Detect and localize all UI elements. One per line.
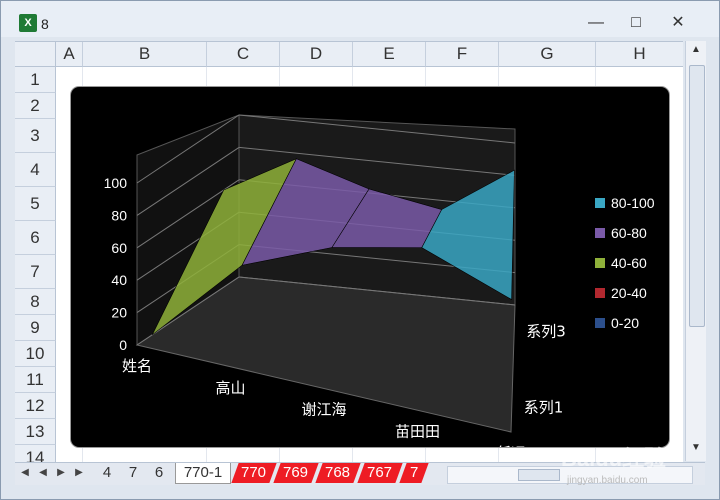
row-header-6[interactable]: 6 — [15, 221, 56, 255]
column-header-a[interactable]: A — [56, 42, 83, 67]
legend-swatch — [595, 258, 605, 268]
y-tick-label: 40 — [111, 272, 127, 288]
legend-swatch — [595, 318, 605, 328]
legend-label: 0-20 — [611, 315, 639, 331]
column-header-e[interactable]: E — [353, 42, 426, 67]
sheet-tab-label: 7 — [409, 464, 419, 481]
legend-label: 80-100 — [611, 195, 655, 211]
row-header-14[interactable]: 14 — [15, 445, 56, 462]
y-tick-label: 20 — [111, 305, 127, 321]
sheet-tab[interactable]: 7 — [123, 463, 143, 483]
sheet-tab[interactable]: 769 — [273, 463, 319, 483]
column-header-b[interactable]: B — [83, 42, 207, 67]
watermark-logo: Baidu经验 — [561, 446, 667, 471]
chart-canvas: 0 20 40 60 80 100 姓名高山谢江海苗田田任远 系列1 系列3 80-100 60-8… — [104, 114, 655, 462]
scroll-down-icon[interactable]: ▼ — [689, 441, 703, 455]
column-header-h[interactable]: H — [596, 42, 683, 67]
column-header-c[interactable]: C — [207, 42, 280, 67]
sheet-tab-label: 770 — [241, 464, 267, 481]
row-header-1[interactable]: 1 — [15, 67, 56, 93]
minimize-icon[interactable]: — — [581, 11, 611, 35]
row-header-13[interactable]: 13 — [15, 419, 56, 445]
sheet-tab-label: 768 — [325, 464, 351, 481]
row-header-5[interactable]: 5 — [15, 187, 56, 221]
legend-swatch — [595, 198, 605, 208]
row-header-11[interactable]: 11 — [15, 367, 56, 393]
row-header-10[interactable]: 10 — [15, 341, 56, 367]
sheet-tab[interactable]: 770 — [231, 463, 277, 483]
maximize-icon[interactable]: □ — [621, 11, 651, 35]
column-header-f[interactable]: F — [426, 42, 499, 67]
scroll-up-icon[interactable]: ▲ — [689, 43, 703, 57]
sheet-tab-label: 769 — [283, 464, 309, 481]
y-tick-label: 60 — [111, 240, 127, 256]
sheet-tab[interactable]: 768 — [315, 463, 361, 483]
row-header-9[interactable]: 9 — [15, 315, 56, 341]
scroll-thumb[interactable] — [689, 65, 705, 327]
window-title: 8 — [41, 16, 49, 32]
excel-window: X 8 — □ ✕ A B C D E F G H 1 2 3 4 5 6 7 … — [0, 0, 720, 500]
column-header-d[interactable]: D — [280, 42, 353, 67]
row-header-8[interactable]: 8 — [15, 289, 56, 315]
excel-icon: X — [19, 14, 37, 32]
legend-label: 40-60 — [611, 255, 647, 271]
surface-chart[interactable]: 0 20 40 60 80 100 姓名高山谢江海苗田田任远 系列1 系列3 80-100 60-8… — [71, 87, 669, 462]
row-header-4[interactable]: 4 — [15, 153, 56, 187]
close-icon[interactable]: ✕ — [663, 11, 693, 35]
spreadsheet-grid[interactable]: A B C D E F G H 1 2 3 4 5 6 7 8 9 10 11 … — [15, 41, 683, 462]
sheet-tab-label: 767 — [367, 464, 393, 481]
title-bar: X 8 — □ ✕ — [1, 1, 719, 37]
series-axis-label: 系列1 — [524, 399, 564, 417]
x-tick-label: 任远 — [496, 444, 526, 447]
sheet-tab[interactable]: 7 — [399, 463, 429, 483]
column-header-g[interactable]: G — [499, 42, 596, 67]
vertical-scrollbar[interactable]: ▲ ▼ — [685, 41, 706, 461]
x-tick-label: 谢江海 — [301, 401, 346, 419]
row-header-7[interactable]: 7 — [15, 255, 56, 289]
x-tick-label: 姓名 — [122, 357, 152, 375]
x-tick-label: 高山 — [215, 379, 245, 397]
legend-label: 20-40 — [611, 285, 647, 301]
row-header-2[interactable]: 2 — [15, 93, 56, 119]
row-header-12[interactable]: 12 — [15, 393, 56, 419]
y-tick-label: 0 — [119, 337, 127, 353]
x-tick-label: 苗田田 — [395, 422, 440, 440]
row-header-3[interactable]: 3 — [15, 119, 56, 153]
last-sheet-icon[interactable]: ▶ — [73, 465, 85, 481]
legend-swatch — [595, 228, 605, 238]
watermark-url: jingyan.baidu.com — [567, 475, 648, 486]
sheet-tab[interactable]: 4 — [97, 463, 117, 483]
legend-label: 60-80 — [611, 225, 647, 241]
y-tick-label: 100 — [104, 175, 128, 191]
sheet-tab[interactable]: 6 — [149, 463, 169, 483]
sheet-tab-active[interactable]: 770-1 — [175, 463, 231, 484]
hscroll-thumb[interactable] — [518, 469, 560, 481]
sheet-tab[interactable]: 767 — [357, 463, 403, 483]
first-sheet-icon[interactable]: ◀ — [19, 465, 31, 481]
series-axis-label: 系列3 — [526, 322, 566, 340]
y-tick-label: 80 — [111, 207, 127, 223]
next-sheet-icon[interactable]: ▶ — [55, 465, 67, 481]
prev-sheet-icon[interactable]: ◀ — [37, 465, 49, 481]
select-all-corner[interactable] — [15, 42, 56, 67]
legend-swatch — [595, 288, 605, 298]
